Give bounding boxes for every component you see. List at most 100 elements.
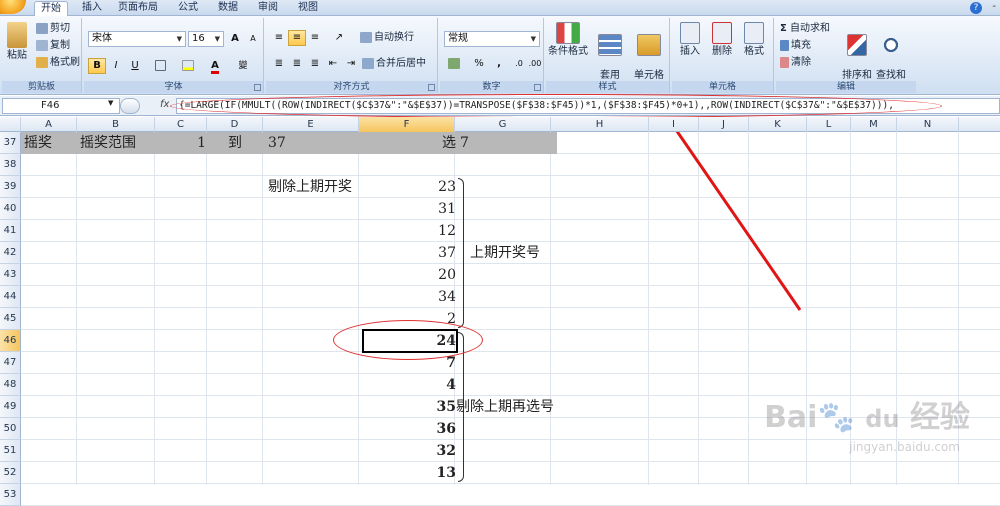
- column-header-g[interactable]: G: [455, 117, 551, 132]
- autosum-button[interactable]: Σ 自动求和: [780, 22, 830, 36]
- group-label: 对齐方式: [266, 81, 437, 93]
- cell-style-icon: [637, 34, 661, 56]
- insert-cells-button[interactable]: 插入: [674, 22, 706, 58]
- formula-bar-handle[interactable]: [120, 98, 140, 114]
- formula-highlight-ellipse: [170, 94, 942, 118]
- conditional-format-icon: [556, 22, 580, 44]
- table-icon: [598, 34, 622, 56]
- tab-insert[interactable]: 插入: [76, 1, 108, 16]
- column-header-n[interactable]: N: [897, 117, 959, 132]
- dialog-launcher-icon[interactable]: [534, 84, 541, 91]
- clear-button[interactable]: 清除: [780, 56, 811, 70]
- column-header-b[interactable]: B: [77, 117, 155, 132]
- column-header-m[interactable]: M: [851, 117, 897, 132]
- column-header-d[interactable]: D: [207, 117, 263, 132]
- tab-data[interactable]: 数据: [212, 1, 244, 16]
- format-painter-button[interactable]: 格式刷: [36, 56, 80, 70]
- number-format-select[interactable]: 常规 ▼: [444, 31, 540, 47]
- tab-formulas[interactable]: 公式: [172, 1, 204, 16]
- increase-indent-button[interactable]: ⇥: [342, 56, 360, 72]
- group-label: 字体: [84, 81, 263, 93]
- align-middle-button[interactable]: ≡: [288, 30, 306, 46]
- row-header-53[interactable]: 53: [0, 484, 21, 506]
- align-center-button[interactable]: ≣: [288, 56, 306, 72]
- group-label: 编辑: [776, 81, 916, 93]
- column-header-h[interactable]: H: [551, 117, 649, 132]
- scissors-icon: [36, 22, 48, 34]
- font-size-select[interactable]: 16 ▼: [188, 31, 224, 47]
- font-color-icon: A: [211, 60, 219, 74]
- percent-button[interactable]: %: [470, 56, 488, 72]
- select-all-corner[interactable]: [0, 117, 21, 132]
- orientation-button[interactable]: ↗: [330, 30, 348, 46]
- help-icon[interactable]: ?: [970, 2, 982, 14]
- font-name-select[interactable]: 宋体 ▼: [88, 31, 186, 47]
- tab-view[interactable]: 视图: [292, 1, 324, 16]
- office-button[interactable]: [0, 0, 26, 14]
- borders-button[interactable]: [150, 58, 172, 74]
- currency-button[interactable]: [444, 56, 466, 72]
- copy-icon: [36, 39, 48, 51]
- align-left-button[interactable]: ≣: [270, 56, 288, 72]
- chevron-down-icon: ▼: [530, 35, 536, 43]
- chevron-down-icon[interactable]: ▼: [108, 99, 113, 107]
- watermark-logo: Bai🐾 du 经验: [764, 400, 970, 435]
- group-label: 剪贴板: [2, 81, 81, 93]
- align-bottom-button[interactable]: ≡: [306, 30, 324, 46]
- delete-icon: [712, 22, 732, 44]
- eraser-icon: [780, 56, 789, 68]
- editing-group: Σ 自动求和 填充 清除 排序和 筛选 查找和 选择 编辑: [776, 18, 916, 93]
- chevron-down-icon: ▼: [176, 35, 182, 43]
- italic-button[interactable]: I: [107, 58, 125, 74]
- decrease-indent-button[interactable]: ⇤: [324, 56, 342, 72]
- align-top-button[interactable]: ≡: [270, 30, 288, 46]
- group-label: 数字: [440, 81, 543, 93]
- clipboard-icon: [7, 22, 27, 48]
- wrap-text-button[interactable]: 自动换行: [360, 31, 414, 45]
- column-header-c[interactable]: C: [155, 117, 207, 132]
- minimize-icon[interactable]: -: [992, 1, 996, 12]
- bold-button[interactable]: B: [88, 58, 106, 74]
- column-header-l[interactable]: L: [807, 117, 851, 132]
- alignment-group: ≡ ≡ ≡ ↗ 自动换行 ≣ ≣ ≣ ⇤ ⇥ 合并后居中 对齐方式: [266, 18, 438, 93]
- number-group: 常规 ▼ % , .0 .00 数字: [440, 18, 544, 93]
- decrease-decimal-button[interactable]: .00: [526, 56, 544, 72]
- column-header-bar: ABCDEFGHIJKLMN: [0, 117, 1000, 132]
- shrink-font-button[interactable]: A: [244, 31, 262, 47]
- copy-button[interactable]: 复制: [36, 39, 70, 53]
- dialog-launcher-icon[interactable]: [254, 84, 261, 91]
- column-header-k[interactable]: K: [749, 117, 807, 132]
- function-icon[interactable]: fx: [160, 99, 169, 110]
- cells-group: 插入 删除 格式 单元格: [672, 18, 774, 93]
- tab-home[interactable]: 开始: [34, 1, 68, 16]
- underline-button[interactable]: U: [126, 58, 144, 74]
- sigma-icon: Σ: [780, 23, 787, 34]
- arrow-shaft: [675, 132, 802, 311]
- align-right-button[interactable]: ≣: [306, 56, 324, 72]
- phonetic-button[interactable]: 變: [232, 58, 254, 74]
- delete-cells-button[interactable]: 删除: [706, 22, 738, 58]
- ribbon-tab-bar: 开始 插入 页面布局 公式 数据 审阅 视图 ? -: [0, 0, 1000, 16]
- font-color-button[interactable]: A: [204, 58, 226, 74]
- dialog-launcher-icon[interactable]: [428, 84, 435, 91]
- tab-page-layout[interactable]: 页面布局: [112, 1, 164, 16]
- name-box[interactable]: F46: [2, 98, 120, 114]
- column-header-i[interactable]: I: [649, 117, 699, 132]
- grow-font-button[interactable]: A: [226, 31, 244, 47]
- column-header-j[interactable]: J: [699, 117, 749, 132]
- clipboard-group: 粘贴 剪切 复制 格式刷 剪贴板: [2, 18, 82, 93]
- conditional-format-button[interactable]: 条件格式: [548, 22, 588, 58]
- format-icon: [744, 22, 764, 44]
- column-header-e[interactable]: E: [263, 117, 359, 132]
- fill-color-button[interactable]: [178, 58, 200, 74]
- column-header-f[interactable]: F: [359, 117, 455, 132]
- format-cells-button[interactable]: 格式: [738, 22, 770, 58]
- comma-button[interactable]: ,: [490, 56, 508, 72]
- cut-button[interactable]: 剪切: [36, 22, 70, 36]
- group-label: 单元格: [672, 81, 773, 93]
- column-header-a[interactable]: A: [21, 117, 77, 132]
- fill-button[interactable]: 填充: [780, 39, 811, 53]
- merge-center-button[interactable]: 合并后居中: [362, 57, 426, 71]
- tab-review[interactable]: 审阅: [252, 1, 284, 16]
- paste-button[interactable]: 粘贴: [4, 22, 30, 62]
